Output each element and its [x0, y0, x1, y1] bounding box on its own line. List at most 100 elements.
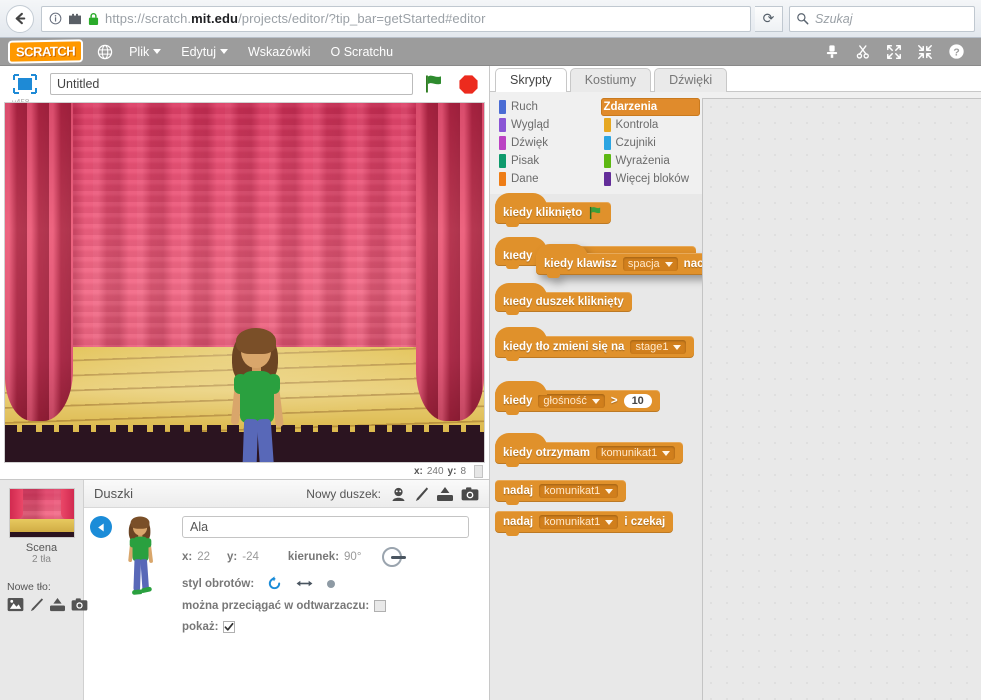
block-receive-message-value: komunikat1 [600, 447, 658, 459]
menu-item-edit[interactable]: Edytuj [181, 45, 228, 59]
block-when-i-receive[interactable]: kiedy otrzymam komunikat1 [495, 433, 684, 467]
scene-label: Scena [25, 542, 58, 554]
grow-icon[interactable] [886, 44, 902, 60]
rotate-all-around-icon[interactable] [267, 576, 282, 591]
dragged-block-when-key-pressed[interactable]: kiedy klawisz spacja naciśnięty [536, 244, 702, 288]
draggable-checkbox[interactable] [374, 600, 387, 612]
backdrop-count-label: 2 tła [32, 554, 51, 565]
reload-button[interactable]: ⟳ [755, 5, 783, 32]
new-backdrop-label: Nowe tło: [7, 581, 51, 593]
sprite-properties: x: 22 y: -24 kierunek: 90° styl obrotów: [182, 516, 489, 700]
upload-backdrop-icon[interactable] [49, 597, 66, 612]
scratch-logo[interactable]: SCRATCH [8, 39, 84, 64]
block-broadcast-message-dropdown[interactable]: komunikat1 [539, 484, 619, 498]
left-right-flip-icon[interactable] [296, 578, 313, 589]
stage-selector-column: Scena 2 tła Nowe tło: [0, 480, 88, 700]
tab-scripts[interactable]: Skrypty [495, 68, 567, 92]
do-not-rotate-icon[interactable] [327, 579, 336, 588]
category-operators[interactable]: Wyrażenia [601, 152, 701, 170]
menu-item-about-label: O Scratchu [330, 44, 394, 59]
palette-blocks-list: kiedy kliknięto kiedy kiedy klawisz spac… [490, 193, 702, 542]
draggable-row: można przeciągać w odtwarzaczu: [182, 600, 469, 612]
block-backdrop-dropdown[interactable]: stage1 [630, 340, 687, 354]
menu-item-file[interactable]: Plik [129, 44, 162, 59]
reload-icon: ⟳ [762, 10, 775, 26]
block-when-greater-than[interactable]: kiedy głośność > 10 [495, 381, 660, 415]
info-icon[interactable] [49, 12, 62, 25]
category-sensing[interactable]: Czujniki [601, 134, 701, 152]
sprite-info-back-button[interactable] [90, 516, 112, 538]
stop-button[interactable] [455, 71, 481, 97]
category-more-blocks[interactable]: Więcej bloków [601, 170, 701, 188]
block-receive-message-dropdown[interactable]: komunikat1 [595, 446, 676, 460]
dragged-block-body[interactable]: kiedy klawisz spacja naciśnięty [536, 244, 702, 278]
category-data-swatch [499, 172, 506, 186]
block-broadcast[interactable]: nadaj komunikat1 [495, 480, 627, 505]
block-broadcast-label: nadaj [503, 485, 534, 497]
block-palette[interactable]: Ruch Zdarzenia Wygląd Kontrola Dźwięk Cz… [490, 92, 702, 700]
category-control[interactable]: Kontrola [601, 116, 701, 134]
stage-curtain-right [416, 103, 484, 421]
shrink-icon[interactable] [917, 44, 933, 60]
sprite-name-input[interactable] [182, 516, 469, 538]
globe-icon [97, 44, 113, 59]
editor-tabs: Skrypty Kostiumy Dźwięki [490, 66, 981, 92]
stage-canvas[interactable] [4, 102, 485, 463]
category-motion[interactable]: Ruch [496, 98, 596, 116]
green-flag-button[interactable] [421, 71, 447, 97]
scripts-canvas[interactable] [702, 98, 981, 700]
category-data-label: Dane [511, 173, 539, 185]
block-threshold-input[interactable]: 10 [623, 394, 652, 408]
category-pen[interactable]: Pisak [496, 152, 596, 170]
apps-icon[interactable] [68, 13, 82, 25]
search-icon [797, 13, 809, 25]
panel-resize-handle[interactable] [474, 464, 483, 478]
menu-item-tips[interactable]: Wskazówki [248, 45, 311, 59]
sprites-header: Duszki Nowy duszek: [84, 480, 489, 508]
url-domain: mit.edu [191, 11, 239, 26]
thumb-sleeve-right [145, 538, 152, 548]
paint-backdrop-icon[interactable] [29, 597, 44, 612]
url-text: https://scratch.mit.edu/projects/editor/… [105, 11, 486, 26]
block-broadcast-wait-message-dropdown[interactable]: komunikat1 [539, 515, 619, 529]
category-looks[interactable]: Wygląd [496, 116, 596, 134]
menu-item-file-label: Plik [129, 44, 150, 59]
back-arrow-icon [15, 12, 25, 25]
scissors-delete-icon[interactable] [855, 44, 871, 60]
block-broadcast-and-wait[interactable]: nadaj komunikat1 i czekaj [495, 511, 674, 536]
help-icon[interactable]: ? [948, 43, 965, 60]
browser-back-button[interactable] [6, 4, 34, 33]
category-events[interactable]: Zdarzenia [600, 98, 700, 116]
upload-sprite-icon[interactable] [436, 486, 454, 502]
backdrop-library-icon[interactable] [7, 597, 24, 612]
browser-search-box[interactable]: Szukaj [789, 5, 975, 32]
block-when-sprite-clicked[interactable]: kiedy duszek kliknięty [495, 283, 632, 315]
presentation-mode-button[interactable]: v458 [8, 70, 42, 107]
sprite-thumbnail[interactable] [124, 516, 182, 700]
category-data[interactable]: Dane [496, 170, 596, 188]
draggable-label: można przeciągać w odtwarzaczu: [182, 600, 370, 612]
menu-item-about[interactable]: O Scratchu [331, 45, 394, 59]
block-sensor-dropdown[interactable]: głośność [538, 394, 605, 408]
dragged-block-key-dropdown[interactable]: spacja [622, 257, 678, 271]
back-circle-icon [97, 522, 104, 532]
camera-sprite-icon[interactable] [461, 486, 479, 502]
palette-block-slot-7: nadaj komunikat1 [495, 480, 702, 511]
direction-dial[interactable] [382, 547, 407, 567]
paint-sprite-icon[interactable] [414, 486, 429, 502]
duplicate-stamp-icon[interactable] [824, 44, 840, 60]
block-when-flag-clicked[interactable]: kiedy kliknięto [495, 193, 612, 227]
language-globe-button[interactable] [97, 44, 113, 60]
tab-costumes[interactable]: Kostiumy [569, 68, 652, 92]
project-title-input[interactable] [50, 73, 413, 95]
sprite-leg-left [241, 418, 259, 462]
block-when-backdrop-switches[interactable]: kiedy tło zmieni się na stage1 [495, 327, 695, 361]
sprites-title: Duszki [94, 486, 134, 501]
category-motion-label: Ruch [511, 101, 538, 113]
url-bar[interactable]: https://scratch.mit.edu/projects/editor/… [41, 5, 751, 32]
show-checkbox[interactable] [223, 621, 236, 633]
category-sound[interactable]: Dźwięk [496, 134, 596, 152]
tab-sounds[interactable]: Dźwięki [654, 68, 728, 92]
scene-thumbnail[interactable] [8, 488, 75, 538]
sprite-library-icon[interactable] [390, 486, 407, 502]
